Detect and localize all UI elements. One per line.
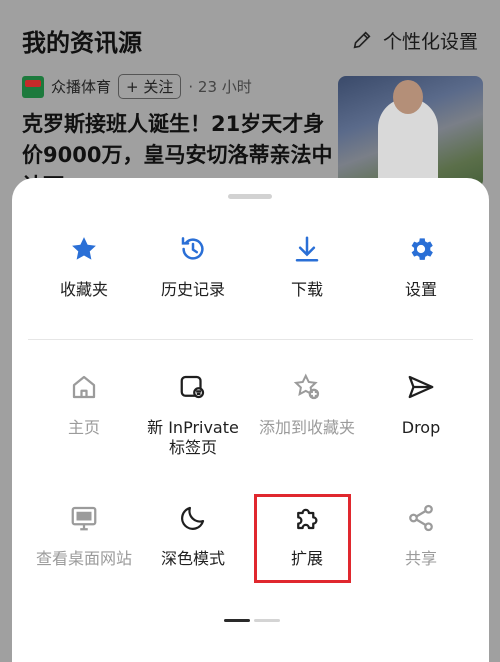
menu-label: 主页 bbox=[67, 418, 100, 437]
page-indicator-inactive[interactable] bbox=[254, 619, 280, 622]
extensions-highlight-box bbox=[254, 494, 351, 583]
download-icon bbox=[290, 232, 324, 266]
feed-header: 我的资讯源 个性化设置 bbox=[22, 20, 478, 60]
personalize-label: 个性化设置 bbox=[382, 30, 478, 53]
news-source: 众播体育 bbox=[51, 78, 112, 96]
browser-menu-sheet: 收藏夹 历史记录 下载 设置 主页 新 InPrivate 标签页 添加到收藏夹… bbox=[12, 178, 489, 662]
menu-item-downloads[interactable]: 下载 bbox=[249, 232, 365, 300]
menu-item-favorites[interactable]: 收藏夹 bbox=[26, 232, 142, 300]
menu-label: 下载 bbox=[290, 280, 323, 299]
news-time: · 23 小时 bbox=[188, 78, 252, 96]
menu-label: 添加到收藏夹 bbox=[258, 418, 355, 437]
personalize-button[interactable]: 个性化设置 bbox=[351, 27, 478, 54]
sheet-drag-handle[interactable] bbox=[228, 194, 272, 199]
follow-button[interactable]: + 关注 bbox=[118, 74, 182, 99]
menu-item-settings[interactable]: 设置 bbox=[363, 232, 479, 300]
star-icon bbox=[67, 232, 101, 266]
news-thumbnail[interactable] bbox=[338, 76, 483, 188]
menu-item-desktop-site[interactable]: 查看桌面网站 bbox=[26, 501, 142, 569]
source-logo bbox=[22, 75, 44, 98]
share-icon bbox=[404, 501, 438, 535]
menu-label: Drop bbox=[401, 418, 441, 437]
page-indicator-active bbox=[224, 619, 250, 622]
menu-item-home[interactable]: 主页 bbox=[26, 370, 142, 438]
home-icon bbox=[67, 370, 101, 404]
menu-item-inprivate[interactable]: 新 InPrivate 标签页 bbox=[135, 370, 251, 458]
news-source-row: 众播体育 + 关注 · 23 小时 bbox=[22, 74, 342, 99]
inprivate-icon bbox=[176, 370, 210, 404]
menu-item-dark-mode[interactable]: 深色模式 bbox=[135, 501, 251, 569]
feed-title: 我的资讯源 bbox=[22, 28, 142, 57]
send-icon bbox=[404, 370, 438, 404]
menu-item-drop[interactable]: Drop bbox=[363, 370, 479, 438]
menu-item-history[interactable]: 历史记录 bbox=[135, 232, 251, 300]
menu-label: 查看桌面网站 bbox=[35, 549, 132, 568]
thumbnail-player-head bbox=[393, 80, 423, 114]
menu-divider bbox=[28, 339, 473, 340]
add-favorite-icon bbox=[290, 370, 324, 404]
history-icon bbox=[176, 232, 210, 266]
menu-label: 历史记录 bbox=[160, 280, 225, 299]
pencil-icon bbox=[353, 31, 371, 49]
menu-item-add-favorite[interactable]: 添加到收藏夹 bbox=[249, 370, 365, 438]
menu-label: 新 InPrivate 标签页 bbox=[147, 418, 239, 457]
menu-label: 共享 bbox=[404, 549, 437, 568]
menu-label: 收藏夹 bbox=[59, 280, 108, 299]
menu-label: 设置 bbox=[404, 280, 437, 299]
moon-icon bbox=[176, 501, 210, 535]
menu-item-share[interactable]: 共享 bbox=[363, 501, 479, 569]
gear-icon bbox=[404, 232, 438, 266]
menu-label: 深色模式 bbox=[160, 549, 225, 568]
desktop-icon bbox=[67, 501, 101, 535]
